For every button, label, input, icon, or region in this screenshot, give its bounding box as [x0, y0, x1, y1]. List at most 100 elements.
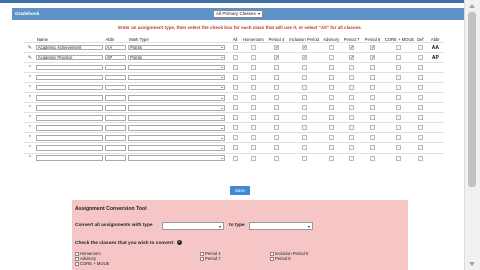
class-checkbox[interactable]: [232, 155, 238, 161]
scroll-down-icon[interactable]: [469, 262, 475, 266]
name-input[interactable]: [35, 74, 103, 81]
class-checkbox[interactable]: [369, 155, 375, 161]
class-checkbox[interactable]: [369, 65, 375, 71]
scroll-up-icon[interactable]: [469, 4, 475, 8]
mark-type-select[interactable]: [128, 84, 226, 91]
class-checkbox[interactable]: [232, 145, 238, 151]
class-checkbox[interactable]: ✓: [369, 55, 375, 61]
class-checkbox[interactable]: [250, 55, 256, 61]
class-checkbox[interactable]: [328, 85, 334, 91]
class-checkbox[interactable]: [250, 45, 256, 51]
class-checkbox[interactable]: [349, 95, 355, 101]
class-checkbox[interactable]: [273, 125, 279, 131]
class-checkbox[interactable]: [417, 55, 423, 61]
abbr-input[interactable]: [104, 64, 127, 71]
class-checkbox[interactable]: [232, 135, 238, 141]
info-icon[interactable]: i: [176, 240, 182, 245]
mark-type-select[interactable]: [128, 64, 226, 71]
class-checkbox[interactable]: ✓: [301, 55, 307, 61]
class-checkbox[interactable]: [301, 135, 307, 141]
class-checkbox[interactable]: [301, 145, 307, 151]
class-checkbox[interactable]: [417, 65, 423, 71]
class-checkbox[interactable]: [417, 125, 423, 131]
class-checkbox[interactable]: [349, 145, 355, 151]
abbr-input[interactable]: [104, 115, 127, 121]
name-input[interactable]: Academic Practice: [35, 54, 103, 61]
abbr-input[interactable]: [104, 155, 127, 161]
class-checkbox[interactable]: [250, 75, 256, 81]
class-checkbox[interactable]: [232, 85, 238, 91]
class-checkbox[interactable]: [232, 45, 238, 51]
convert-class-option[interactable]: Period 8: [270, 256, 291, 261]
class-checkbox[interactable]: [417, 85, 423, 91]
class-checkbox[interactable]: [328, 115, 334, 121]
name-input[interactable]: [35, 145, 103, 151]
class-checkbox[interactable]: [369, 95, 375, 101]
class-checkbox[interactable]: [328, 155, 334, 161]
class-checkbox[interactable]: [328, 75, 334, 81]
name-input[interactable]: [35, 84, 103, 91]
class-checkbox[interactable]: [250, 95, 256, 101]
mark-type-select[interactable]: [128, 95, 226, 101]
mark-type-select[interactable]: [128, 115, 226, 121]
mark-type-select[interactable]: [128, 105, 226, 111]
class-checkbox[interactable]: [301, 95, 307, 101]
class-checkbox[interactable]: [396, 115, 402, 121]
name-input[interactable]: Academic Achievement: [35, 44, 103, 51]
class-checkbox[interactable]: [301, 155, 307, 161]
class-checkbox[interactable]: [273, 75, 279, 81]
class-checkbox[interactable]: [417, 135, 423, 141]
class-checkbox[interactable]: [273, 145, 279, 151]
pencil-icon[interactable]: ✎: [24, 52, 36, 63]
class-checkbox[interactable]: [349, 105, 355, 111]
class-checkbox[interactable]: [328, 65, 334, 71]
class-checkbox[interactable]: [349, 125, 355, 131]
class-checkbox[interactable]: [369, 85, 375, 91]
class-checkbox[interactable]: [369, 105, 375, 111]
class-checkbox[interactable]: [232, 95, 238, 101]
class-checkbox[interactable]: [273, 95, 279, 101]
abbr-input[interactable]: [104, 105, 127, 111]
class-checkbox[interactable]: [369, 115, 375, 121]
class-checkbox[interactable]: [273, 135, 279, 141]
class-checkbox[interactable]: [396, 85, 402, 91]
convert-class-option[interactable]: Period 7: [200, 256, 221, 261]
class-checkbox[interactable]: [301, 65, 307, 71]
class-checkbox[interactable]: [273, 85, 279, 91]
class-checkbox[interactable]: [417, 105, 423, 111]
class-checkbox[interactable]: [396, 65, 402, 71]
class-checkbox[interactable]: [349, 115, 355, 121]
vertical-scrollbar[interactable]: [464, 0, 480, 270]
class-checkbox[interactable]: [369, 135, 375, 141]
abbr-input[interactable]: [104, 84, 127, 91]
class-checkbox[interactable]: [369, 125, 375, 131]
class-checkbox[interactable]: [396, 75, 402, 81]
class-checkbox[interactable]: [250, 125, 256, 131]
class-checkbox[interactable]: [369, 75, 375, 81]
class-checkbox[interactable]: [328, 145, 334, 151]
abbr-input[interactable]: [104, 95, 127, 101]
class-checkbox[interactable]: [232, 55, 238, 61]
class-checkbox[interactable]: [349, 85, 355, 91]
class-checkbox[interactable]: [232, 115, 238, 121]
class-checkbox[interactable]: [417, 95, 423, 101]
class-checkbox[interactable]: [417, 75, 423, 81]
class-checkbox[interactable]: [328, 45, 334, 51]
class-select[interactable]: All Primary Classes: [213, 10, 263, 18]
name-input[interactable]: [35, 105, 103, 111]
class-checkbox[interactable]: [349, 135, 355, 141]
class-checkbox[interactable]: [417, 145, 423, 151]
class-checkbox[interactable]: [232, 125, 238, 131]
mark-type-select[interactable]: Points: [128, 54, 226, 61]
class-checkbox[interactable]: ✓: [273, 45, 279, 51]
class-checkbox[interactable]: [250, 155, 256, 161]
class-checkbox[interactable]: [396, 145, 402, 151]
class-checkbox[interactable]: [232, 75, 238, 81]
class-checkbox[interactable]: [273, 115, 279, 121]
name-input[interactable]: [35, 125, 103, 131]
class-checkbox[interactable]: [349, 75, 355, 81]
class-checkbox[interactable]: [250, 85, 256, 91]
name-input[interactable]: [35, 155, 103, 161]
name-input[interactable]: [35, 115, 103, 121]
abbr-input[interactable]: [104, 125, 127, 131]
